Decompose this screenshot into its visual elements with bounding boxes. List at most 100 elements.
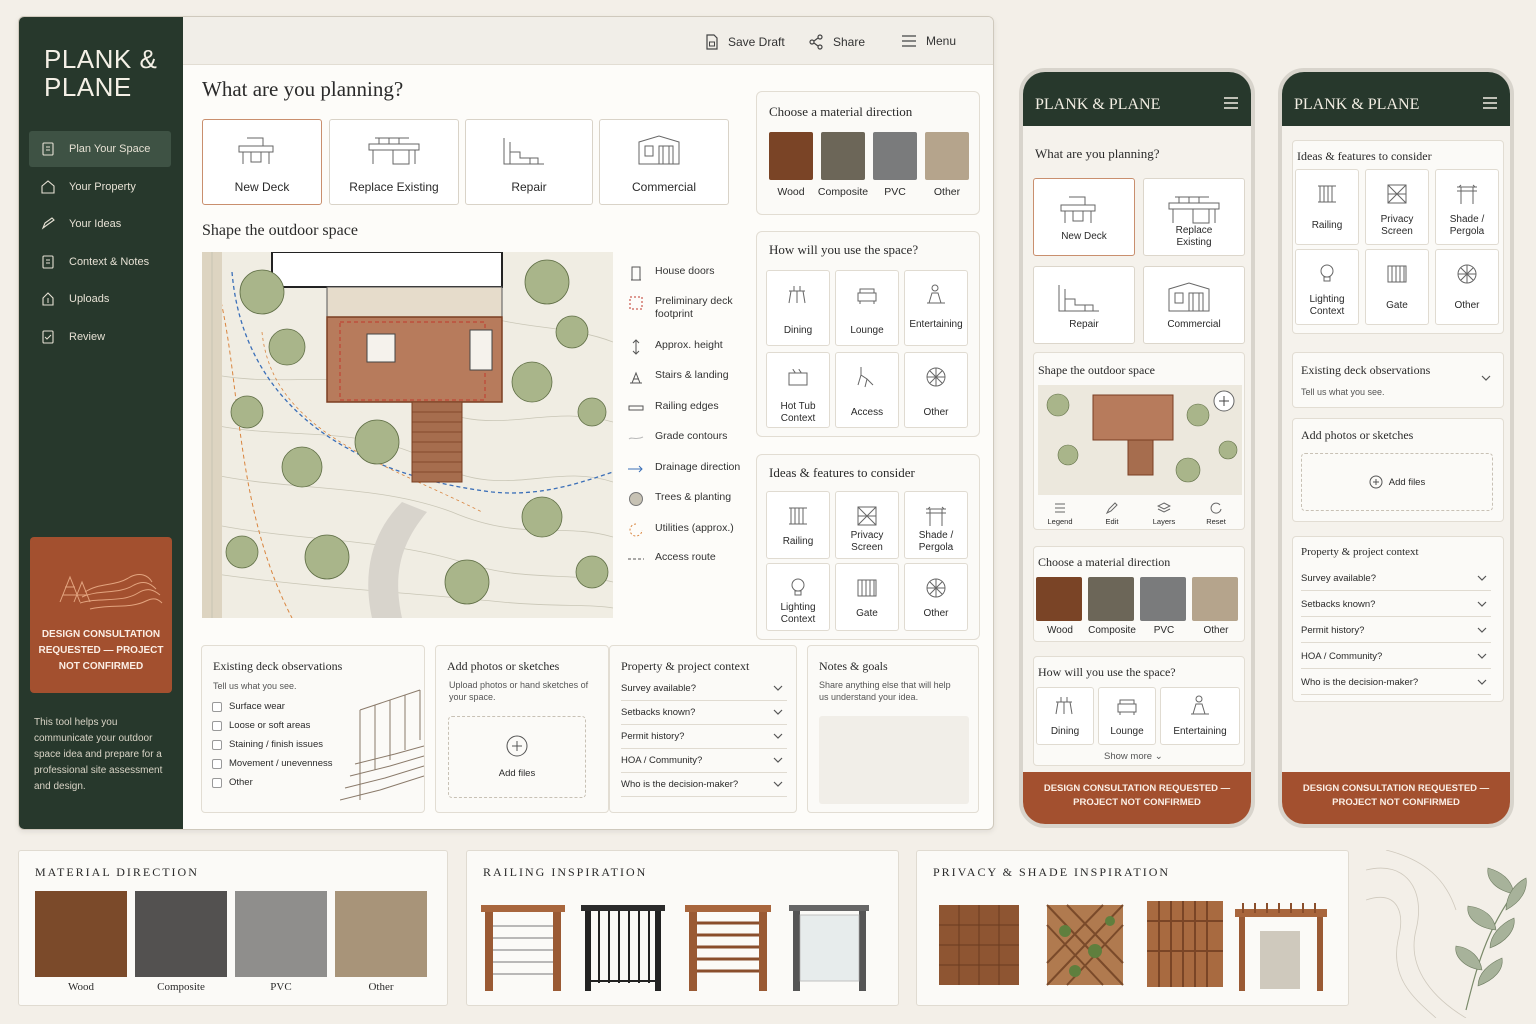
plan-option-repair[interactable]: Repair <box>465 119 593 205</box>
mobile-idea-label: Other <box>1454 300 1480 311</box>
material-swatch-pvc[interactable] <box>873 132 917 180</box>
legend-item-utilities-approx[interactable]: Utilities (approx.) <box>627 522 751 538</box>
menu-button[interactable]: Menu <box>901 34 956 48</box>
mobile-idea-option-other[interactable]: Other <box>1435 249 1499 325</box>
checkbox-movement-unevenness[interactable]: Movement / unevenness <box>212 758 333 769</box>
mobile-material-swatch-composite[interactable] <box>1088 577 1134 621</box>
use-option-hot-tub-context[interactable]: Hot Tub Context <box>766 352 830 428</box>
mobile-idea-option-lighting-context[interactable]: Lighting Context <box>1295 249 1359 325</box>
mobile-idea-option-privacy-screen[interactable]: Privacy Screen <box>1365 169 1429 245</box>
sidebar-item-uploads[interactable]: Uploads <box>29 281 171 317</box>
mobile-context-select-who-is-the-decision-maker[interactable]: Who is the decision-maker? <box>1301 671 1491 695</box>
legend-item-approx-height[interactable]: Approx. height <box>627 339 751 355</box>
notes-textarea[interactable] <box>819 716 969 804</box>
mobile-plan-option-replace-existing[interactable]: Replace Existing <box>1143 178 1245 256</box>
mobile-file-dropzone[interactable]: Add files <box>1301 453 1493 511</box>
use-option-entertaining[interactable]: Entertaining <box>904 270 968 346</box>
mobile-observations-card[interactable]: Existing deck observations Tell us what … <box>1292 352 1504 408</box>
mobile-context-select-hoa-community[interactable]: HOA / Community? <box>1301 645 1491 669</box>
other-icon <box>926 367 946 387</box>
inspiration-swatch-wood[interactable] <box>35 891 127 977</box>
sidebar-item-context-notes[interactable]: Context & Notes <box>29 244 171 280</box>
save-draft-button[interactable]: Save Draft <box>705 34 785 50</box>
mobile-ideas-card: Ideas & features to consider Railing Priv… <box>1292 140 1504 334</box>
checkbox-staining-finish-issues[interactable]: Staining / finish issues <box>212 739 323 750</box>
sidebar-item-review[interactable]: Review <box>29 319 171 355</box>
idea-option-lighting-context[interactable]: Lighting Context <box>766 563 830 631</box>
legend-item-drainage-direction[interactable]: Drainage direction <box>627 461 751 477</box>
mobile-context-select-survey-available[interactable]: Survey available? <box>1301 567 1491 591</box>
checkbox-box[interactable] <box>212 777 222 788</box>
checkbox-box[interactable] <box>212 758 222 769</box>
plan-option-replace-existing[interactable]: Replace Existing <box>329 119 459 205</box>
sidebar-item-plan-your-space[interactable]: Plan Your Space <box>29 131 171 167</box>
mobile-plan-option-repair[interactable]: Repair <box>1033 266 1135 344</box>
mobile-use-option-dining[interactable]: Dining <box>1036 687 1094 745</box>
mobile-context-select-setbacks-known[interactable]: Setbacks known? <box>1301 593 1491 617</box>
mobile-material-swatch-other[interactable] <box>1192 577 1238 621</box>
plan-option-new-deck[interactable]: New Deck <box>202 119 322 205</box>
legend-item-stairs-landing[interactable]: Stairs & landing <box>627 369 751 385</box>
idea-option-other[interactable]: Other <box>904 563 968 631</box>
map-tool-legend[interactable]: Legend <box>1038 501 1082 526</box>
mobile-idea-option-gate[interactable]: Gate <box>1365 249 1429 325</box>
sidebar-item-your-ideas[interactable]: Your Ideas <box>29 206 171 242</box>
house-icon <box>41 179 55 194</box>
plan-option-commercial[interactable]: Commercial <box>599 119 729 205</box>
mobile-preview-plan: PLANK & PLANE What are you planning? New… <box>1019 68 1255 828</box>
idea-option-railing[interactable]: Railing <box>766 491 830 559</box>
checkbox-box[interactable] <box>212 720 222 731</box>
material-swatch-other[interactable] <box>925 132 969 180</box>
checkbox-box[interactable] <box>212 701 222 712</box>
use-option-lounge[interactable]: Lounge <box>835 270 899 346</box>
mobile-material-swatch-pvc[interactable] <box>1140 577 1186 621</box>
checkbox-other[interactable]: Other <box>212 777 253 788</box>
idea-option-privacy-screen[interactable]: Privacy Screen <box>835 491 899 559</box>
context-select-survey-available[interactable]: Survey available? <box>621 677 787 701</box>
idea-option-shade-pergola[interactable]: Shade / Pergola <box>904 491 968 559</box>
show-more-link[interactable]: Show more ⌄ <box>1104 751 1163 762</box>
checkbox-surface-wear[interactable]: Surface wear <box>212 701 285 712</box>
map-tool-edit[interactable]: Edit <box>1090 501 1134 526</box>
legend-item-preliminary-deck-footprint[interactable]: Preliminary deck footprint <box>627 295 751 321</box>
mobile-context-select-permit-history[interactable]: Permit history? <box>1301 619 1491 643</box>
context-select-setbacks-known[interactable]: Setbacks known? <box>621 701 787 725</box>
map-tool-reset[interactable]: Reset <box>1194 501 1238 526</box>
checkbox-loose-or-soft-areas[interactable]: Loose or soft areas <box>212 720 310 731</box>
context-select-who-is-the-decision-maker[interactable]: Who is the decision-maker? <box>621 773 787 797</box>
material-swatch-composite[interactable] <box>821 132 865 180</box>
sidebar-item-your-property[interactable]: Your Property <box>29 169 171 205</box>
inspiration-swatch-pvc[interactable] <box>235 891 327 977</box>
inspiration-swatch-other[interactable] <box>335 891 427 977</box>
inspiration-swatch-composite[interactable] <box>135 891 227 977</box>
share-button[interactable]: Share <box>808 34 865 50</box>
legend-item-access-route[interactable]: Access route <box>627 551 751 567</box>
mobile-idea-option-shade-pergola[interactable]: Shade / Pergola <box>1435 169 1499 245</box>
hamburger-icon[interactable] <box>1223 96 1239 110</box>
legend-item-grade-contours[interactable]: Grade contours <box>627 430 751 446</box>
hamburger-icon[interactable] <box>1482 96 1498 110</box>
legend-item-trees-planting[interactable]: Trees & planting <box>627 491 751 507</box>
mobile-site-map[interactable] <box>1038 385 1242 495</box>
site-plan-map[interactable] <box>202 252 613 618</box>
mobile-plan-option-new-deck[interactable]: New Deck <box>1033 178 1135 256</box>
mobile-idea-option-railing[interactable]: Railing <box>1295 169 1359 245</box>
file-dropzone[interactable]: Add files <box>448 716 586 798</box>
use-option-other[interactable]: Other <box>904 352 968 428</box>
legend-item-house-doors[interactable]: House doors <box>627 265 751 281</box>
use-option-dining[interactable]: Dining <box>766 270 830 346</box>
mobile-plan-option-commercial[interactable]: Commercial <box>1143 266 1245 344</box>
legend-label: House doors <box>655 265 715 277</box>
lounge-icon <box>1117 699 1137 715</box>
use-option-access[interactable]: Access <box>835 352 899 428</box>
context-select-hoa-community[interactable]: HOA / Community? <box>621 749 787 773</box>
mobile-use-option-entertaining[interactable]: Entertaining <box>1160 687 1240 745</box>
checkbox-box[interactable] <box>212 739 222 750</box>
idea-option-gate[interactable]: Gate <box>835 563 899 631</box>
material-swatch-wood[interactable] <box>769 132 813 180</box>
legend-item-railing-edges[interactable]: Railing edges <box>627 400 751 416</box>
mobile-material-swatch-wood[interactable] <box>1036 577 1082 621</box>
context-select-permit-history[interactable]: Permit history? <box>621 725 787 749</box>
map-tool-layers[interactable]: Layers <box>1142 501 1186 526</box>
mobile-use-option-lounge[interactable]: Lounge <box>1098 687 1156 745</box>
